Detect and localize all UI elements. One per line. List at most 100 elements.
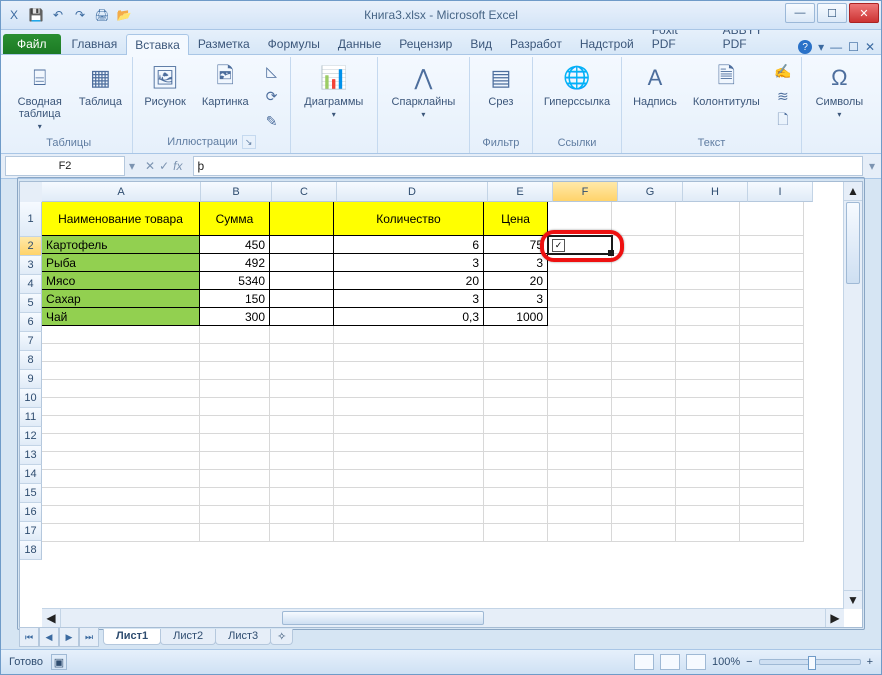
cell-H2[interactable] [676, 236, 740, 254]
ribbon-button-сводная-таблица[interactable]: ⌸Своднаятаблица ▾ [11, 59, 68, 136]
cell-H1[interactable] [676, 202, 740, 236]
cell-A3[interactable]: Рыба [42, 254, 200, 272]
cell-D11[interactable] [334, 398, 484, 416]
cell-E17[interactable] [484, 506, 548, 524]
col-header-B[interactable]: B [201, 182, 272, 202]
ribbon-tab-разметка[interactable]: Разметка [189, 33, 259, 54]
cell-H7[interactable] [676, 326, 740, 344]
cell-F12[interactable] [548, 416, 612, 434]
cell-I10[interactable] [740, 380, 804, 398]
cell-D1[interactable]: Количество [334, 202, 484, 236]
col-header-C[interactable]: C [272, 182, 337, 202]
cell-I13[interactable] [740, 434, 804, 452]
cell-H16[interactable] [676, 488, 740, 506]
cell-F18[interactable] [548, 524, 612, 542]
cell-D17[interactable] [334, 506, 484, 524]
cell-G9[interactable] [612, 362, 676, 380]
cell-G15[interactable] [612, 470, 676, 488]
vertical-scrollbar[interactable]: ▲ ▼ [843, 182, 862, 609]
cell-I3[interactable] [740, 254, 804, 272]
cell-C15[interactable] [270, 470, 334, 488]
cell-E1[interactable]: Цена [484, 202, 548, 236]
cell-F7[interactable] [548, 326, 612, 344]
row-header-9[interactable]: 9 [20, 370, 42, 389]
cell-A14[interactable] [42, 452, 200, 470]
cell-B2[interactable]: 450 [200, 236, 270, 254]
row-header-17[interactable]: 17 [20, 522, 42, 541]
ribbon-tab-надстрой[interactable]: Надстрой [571, 33, 643, 54]
row-header-11[interactable]: 11 [20, 408, 42, 427]
cell-C14[interactable] [270, 452, 334, 470]
worksheet-grid[interactable]: ABCDEFGHI 123456789101112131415161718 На… [19, 181, 863, 628]
cell-D13[interactable] [334, 434, 484, 452]
scroll-down-icon[interactable]: ▼ [844, 590, 862, 609]
cell-H15[interactable] [676, 470, 740, 488]
cell-G6[interactable] [612, 308, 676, 326]
cell-F11[interactable] [548, 398, 612, 416]
open-icon[interactable]: 📂 [115, 6, 133, 24]
cell-A8[interactable] [42, 344, 200, 362]
col-header-G[interactable]: G [618, 182, 683, 202]
cell-A17[interactable] [42, 506, 200, 524]
cell-E15[interactable] [484, 470, 548, 488]
ribbon-smallbutton[interactable]: ✎ [260, 109, 284, 133]
row-header-2[interactable]: 2 [20, 237, 42, 256]
cell-C5[interactable] [270, 290, 334, 308]
ribbon-button-срез[interactable]: ▤Срез [476, 59, 526, 111]
cells-area[interactable]: Наименование товараСуммаКоличествоЦенаКа… [42, 202, 844, 609]
cell-B11[interactable] [200, 398, 270, 416]
cell-B1[interactable]: Сумма [200, 202, 270, 236]
ribbon-smallbutton[interactable]: 🗋 [771, 109, 795, 133]
cell-I4[interactable] [740, 272, 804, 290]
sheet-add-icon[interactable]: ✧ [270, 629, 293, 645]
cell-E13[interactable] [484, 434, 548, 452]
cell-B17[interactable] [200, 506, 270, 524]
cell-F4[interactable] [548, 272, 612, 290]
cell-A16[interactable] [42, 488, 200, 506]
cell-H8[interactable] [676, 344, 740, 362]
select-all-cell[interactable] [20, 182, 43, 203]
doc-close-icon[interactable]: ✕ [865, 40, 875, 54]
cell-D15[interactable] [334, 470, 484, 488]
cell-A10[interactable] [42, 380, 200, 398]
help-icon[interactable]: ? [798, 40, 812, 54]
cell-G1[interactable] [612, 202, 676, 236]
cell-E7[interactable] [484, 326, 548, 344]
sheet-tab-лист3[interactable]: Лист3 [215, 629, 271, 645]
row-header-1[interactable]: 1 [20, 202, 42, 237]
ribbon-tab-данные[interactable]: Данные [329, 33, 390, 54]
cell-A7[interactable] [42, 326, 200, 344]
cell-F10[interactable] [548, 380, 612, 398]
fx-icon[interactable]: fx [173, 159, 182, 173]
ribbon-smallbutton[interactable]: ✍ [771, 59, 795, 83]
cell-B9[interactable] [200, 362, 270, 380]
vscroll-thumb[interactable] [846, 202, 860, 284]
ribbon-minimize-icon[interactable]: ▾ [818, 40, 824, 54]
ribbon-button-спарклайны[interactable]: ⋀Спарклайны ▾ [384, 59, 463, 124]
ribbon-button-надпись[interactable]: AНадпись [628, 59, 682, 111]
cell-G4[interactable] [612, 272, 676, 290]
minimize-button[interactable]: — [785, 3, 815, 23]
cell-D12[interactable] [334, 416, 484, 434]
cell-B6[interactable]: 300 [200, 308, 270, 326]
col-header-F[interactable]: F [553, 182, 618, 202]
col-header-I[interactable]: I [748, 182, 813, 202]
cell-G3[interactable] [612, 254, 676, 272]
cell-E10[interactable] [484, 380, 548, 398]
sheet-prev-icon[interactable]: ◀ [39, 627, 59, 647]
cell-C9[interactable] [270, 362, 334, 380]
zoom-level[interactable]: 100% [712, 656, 740, 668]
row-header-6[interactable]: 6 [20, 313, 42, 332]
save-icon[interactable]: 💾 [27, 6, 45, 24]
cell-A13[interactable] [42, 434, 200, 452]
cell-F6[interactable] [548, 308, 612, 326]
cell-H9[interactable] [676, 362, 740, 380]
ribbon-smallbutton[interactable]: ◺ [260, 59, 284, 83]
namebox-dropdown-icon[interactable]: ▾ [129, 159, 135, 173]
undo-icon[interactable]: ↶ [49, 6, 67, 24]
cell-E3[interactable]: 3 [484, 254, 548, 272]
cell-F16[interactable] [548, 488, 612, 506]
checkbox-control[interactable]: ✓ [552, 239, 565, 252]
cell-A4[interactable]: Мясо [42, 272, 200, 290]
maximize-button[interactable]: ☐ [817, 3, 847, 23]
